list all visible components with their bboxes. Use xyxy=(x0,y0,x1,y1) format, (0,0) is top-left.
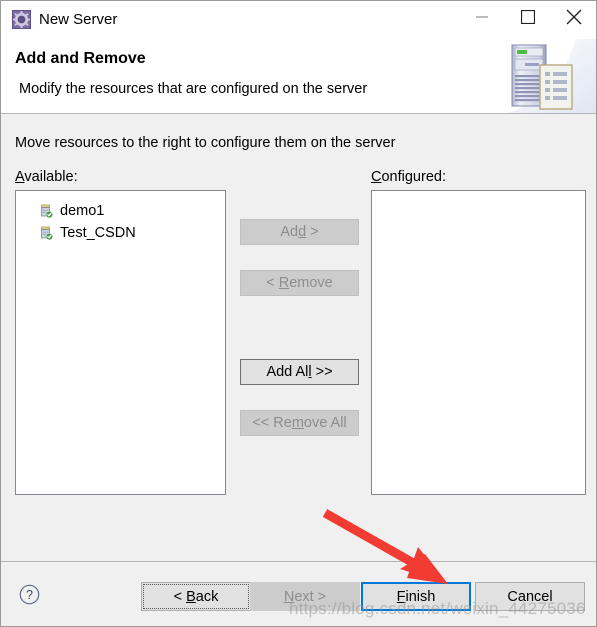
available-resources-list[interactable]: demo1 Test_CSDN xyxy=(15,190,226,495)
title-bar: New Server xyxy=(1,1,596,39)
list-item-label: Test_CSDN xyxy=(60,224,136,241)
server-wizard-icon xyxy=(12,10,31,29)
next-button[interactable]: Next > xyxy=(250,582,360,611)
finish-button[interactable]: Finish xyxy=(361,582,471,611)
list-item-label: demo1 xyxy=(60,202,105,219)
window-title: New Server xyxy=(39,11,118,28)
cancel-button[interactable]: Cancel xyxy=(475,582,585,611)
available-label: Available: xyxy=(15,169,78,185)
remove-all-button[interactable]: << Remove All xyxy=(240,410,359,436)
configured-label: Configured: xyxy=(371,169,446,185)
wizard-content: Move resources to the right to configure… xyxy=(1,115,596,561)
configured-resources-list[interactable] xyxy=(371,190,586,495)
list-item[interactable]: Test_CSDN xyxy=(38,222,136,243)
server-and-document-icon xyxy=(488,39,596,113)
svg-text:?: ? xyxy=(26,588,33,602)
add-all-button[interactable]: Add All >> xyxy=(240,359,359,385)
list-item[interactable]: demo1 xyxy=(38,200,104,221)
page-title: Add and Remove xyxy=(15,50,146,67)
add-button[interactable]: Add > xyxy=(240,219,359,245)
module-icon xyxy=(38,203,54,219)
back-button[interactable]: < Back xyxy=(141,582,251,611)
help-icon[interactable]: ? xyxy=(19,584,40,605)
module-icon xyxy=(38,225,54,241)
page-description: Modify the resources that are configured… xyxy=(19,81,368,97)
wizard-header: Add and Remove Modify the resources that… xyxy=(1,39,596,114)
maximize-icon[interactable] xyxy=(505,1,551,33)
wizard-footer: ? < Back Next > Finish Cancel xyxy=(1,561,596,626)
minimize-icon[interactable] xyxy=(459,1,505,33)
close-icon[interactable] xyxy=(551,1,596,33)
instruction-text: Move resources to the right to configure… xyxy=(15,135,396,151)
new-server-dialog: New Server Add and Remove Modify the res… xyxy=(0,0,597,627)
remove-button[interactable]: < Remove xyxy=(240,270,359,296)
